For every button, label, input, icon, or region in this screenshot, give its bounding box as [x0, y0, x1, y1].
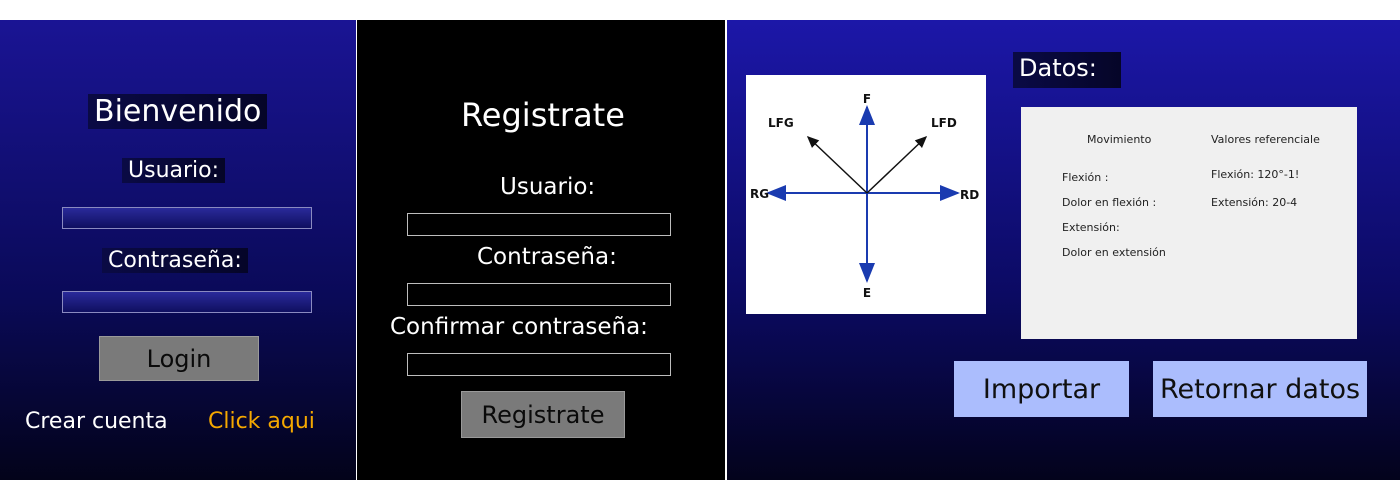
- movement-diagram: F E RG RD LFG LFD: [746, 75, 986, 314]
- table-row-flexion-pain: Dolor en flexión :: [1062, 196, 1157, 209]
- login-panel: Bienvenido Usuario: Contraseña: Login Cr…: [0, 20, 356, 480]
- table-ref-extension: Extensión: 20-4: [1211, 196, 1298, 209]
- register-password-label: Contraseña:: [477, 244, 617, 270]
- login-button[interactable]: Login: [99, 336, 259, 381]
- register-confirm-label: Confirmar contraseña:: [390, 314, 648, 340]
- label-lfd: LFD: [931, 116, 957, 130]
- table-header-reference: Valores referenciale: [1211, 133, 1320, 146]
- data-title: Datos:: [1013, 52, 1121, 88]
- return-data-button[interactable]: Retornar datos: [1153, 361, 1367, 417]
- register-confirm-input[interactable]: [407, 353, 671, 376]
- login-user-label: Usuario:: [122, 158, 226, 183]
- login-password-label: Contraseña:: [102, 248, 248, 273]
- movement-diagram-svg: F E RG RD LFG LFD: [750, 92, 979, 300]
- table-header-movement: Movimiento: [1087, 133, 1152, 146]
- label-rg: RG: [750, 187, 769, 201]
- label-f: F: [863, 92, 871, 106]
- register-user-input[interactable]: [407, 213, 671, 236]
- data-table: Movimiento Valores referenciale Flexión …: [1021, 107, 1357, 339]
- label-lfg: LFG: [768, 116, 794, 130]
- login-user-input[interactable]: [62, 207, 312, 229]
- data-panel: F E RG RD LFG LFD Datos: Movimiento Valo…: [727, 20, 1400, 480]
- import-button[interactable]: Importar: [954, 361, 1129, 417]
- register-button[interactable]: Registrate: [461, 391, 625, 438]
- label-e: E: [863, 286, 871, 300]
- arrow-upper-left: [806, 135, 868, 194]
- login-title: Bienvenido: [88, 94, 268, 129]
- table-row-extension: Extensión:: [1062, 221, 1120, 234]
- login-password-input[interactable]: [62, 291, 312, 313]
- table-row-flexion: Flexión :: [1062, 171, 1109, 184]
- register-user-label: Usuario:: [500, 174, 596, 200]
- table-row-extension-pain: Dolor en extensión: [1062, 246, 1166, 259]
- arrow-upper-right: [866, 135, 928, 194]
- click-here-link[interactable]: Click aqui: [208, 409, 315, 434]
- register-panel: Registrate Usuario: Contraseña: Confirma…: [357, 20, 725, 480]
- create-account-text: Crear cuenta: [25, 409, 168, 434]
- register-password-input[interactable]: [407, 283, 671, 306]
- table-ref-flexion: Flexión: 120°-1!: [1211, 168, 1300, 181]
- register-title: Registrate: [461, 96, 625, 134]
- label-rd: RD: [960, 188, 979, 202]
